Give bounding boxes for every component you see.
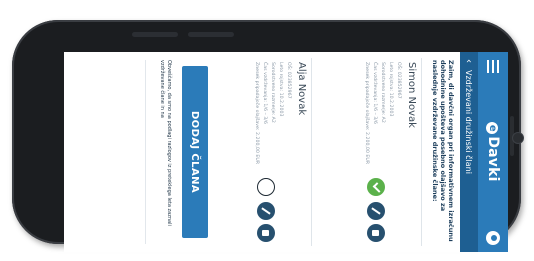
member-detail: Leto rojstva: 10.2.2003 [388, 62, 393, 117]
brand-mark-icon: e [486, 122, 498, 135]
photo-stage: eDavki ‹ Vzdrževani družinski člani Zaim… [0, 0, 534, 261]
phone-screen: eDavki ‹ Vzdrževani družinski člani Zaim… [64, 52, 508, 252]
app-screen: eDavki ‹ Vzdrževani družinski člani Zaim… [64, 52, 508, 252]
member-detail: OŠ: 023852967 [286, 62, 291, 99]
edit-pencil-icon[interactable] [367, 202, 385, 220]
intro-text: Zaim, di davčni organ pri informativnem … [431, 60, 455, 242]
delete-trash-icon[interactable] [367, 224, 385, 242]
member-detail: Čas vzdrževanja: 1/6 – 3/6 [262, 62, 267, 124]
member-detail: OŠ: 023852967 [396, 62, 401, 99]
member-detail: Sorodstveno razmerje: A2 [270, 62, 275, 123]
member-detail: Znesek pripadajoče olajšave: 2.200,00 EU… [364, 62, 369, 165]
smartphone-frame: eDavki ‹ Vzdrževani družinski člani Zaim… [12, 20, 524, 252]
member-detail: Leto rojstva: 10.2.2003 [278, 62, 283, 117]
app-header: eDavki [478, 52, 508, 252]
front-camera [512, 132, 524, 144]
edit-pencil-icon[interactable] [257, 202, 275, 220]
member-card: Simon Novak OŠ: 023852967 Leto rojstva: … [347, 58, 422, 246]
side-button [132, 32, 178, 37]
member-name: Alja Novak [296, 62, 307, 116]
add-member-button[interactable]: DODAJ ČLANA [182, 66, 208, 238]
user-profile-icon[interactable] [486, 224, 500, 252]
include-checkbox-checked[interactable] [367, 178, 385, 196]
delete-trash-icon[interactable] [257, 224, 275, 242]
divider [145, 60, 146, 244]
member-detail: Sorodstveno razmerje: A2 [380, 62, 385, 123]
back-chevron-icon[interactable]: ‹ [464, 52, 475, 70]
side-button [188, 32, 234, 37]
hamburger-menu-icon[interactable] [478, 52, 508, 80]
page-title: Vzdrževani družinski člani [464, 70, 474, 174]
footnote-text: Obveščamo, da smo na podlagi razlogov iz… [159, 60, 172, 226]
brand-name: Davki [485, 136, 501, 182]
member-name: Simon Novak [406, 62, 417, 128]
member-detail: Čas vzdrževanja: 1/6 – 3/6 [372, 62, 377, 124]
member-card: Alja Novak OŠ: 023852967 Leto rojstva: 1… [237, 58, 312, 246]
include-checkbox-unchecked[interactable] [257, 178, 275, 196]
member-detail: Znesek pripadajoče olajšave: 2.200,00 EU… [254, 62, 259, 165]
page-title-bar: ‹ Vzdrževani družinski člani [460, 52, 478, 252]
brand-logo: eDavki [485, 80, 501, 224]
